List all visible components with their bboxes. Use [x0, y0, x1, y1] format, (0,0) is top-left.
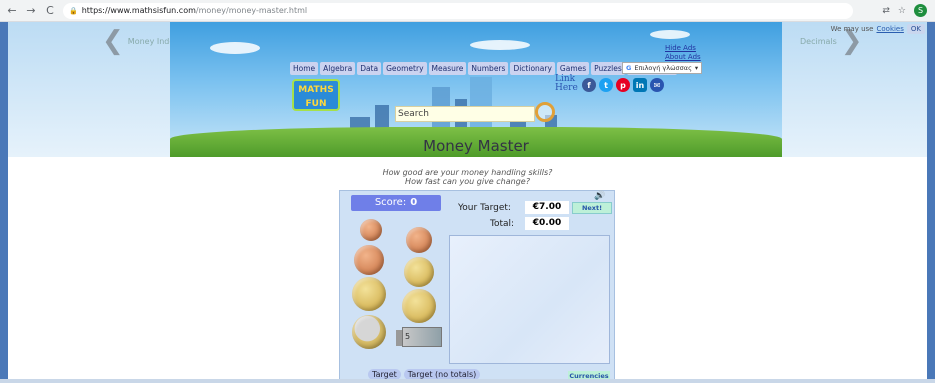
- coin-5-cent[interactable]: [354, 245, 384, 275]
- total-label: Total:: [490, 219, 515, 229]
- coin-1-euro[interactable]: [352, 315, 386, 349]
- menu-item[interactable]: Data: [357, 62, 382, 75]
- reload-icon[interactable]: C: [43, 4, 57, 18]
- page-title: Money Master: [423, 137, 529, 155]
- menu-item[interactable]: Geometry: [383, 62, 427, 75]
- coin-50-cent[interactable]: [402, 289, 436, 323]
- cookie-text: We may use: [830, 25, 874, 33]
- url-path: /money/money-master.html: [195, 6, 308, 15]
- facebook-icon[interactable]: f: [582, 78, 596, 92]
- translate-icon[interactable]: ⇄: [882, 6, 890, 16]
- link-here-line2: Here: [555, 83, 578, 93]
- left-edge: [0, 22, 8, 383]
- pinterest-icon[interactable]: p: [616, 78, 630, 92]
- menu-item[interactable]: Numbers: [468, 62, 509, 75]
- back-icon[interactable]: ←: [5, 4, 19, 18]
- menu-item[interactable]: Algebra: [320, 62, 356, 75]
- language-select[interactable]: G Επιλογή γλώσσας ▾: [622, 62, 703, 74]
- coin-1-cent[interactable]: [360, 219, 382, 241]
- linkedin-icon[interactable]: in: [633, 78, 647, 92]
- google-icon: G: [626, 64, 632, 72]
- coin-20-cent[interactable]: [352, 277, 386, 311]
- lock-icon: 🔒: [69, 6, 78, 15]
- coin-10-cent[interactable]: [404, 257, 434, 287]
- bottom-strip: [0, 379, 935, 383]
- score-label: Score:: [374, 197, 407, 208]
- cookies-link[interactable]: Cookies: [876, 25, 903, 33]
- logo-line1: MATHS: [298, 85, 334, 95]
- next-page-label: Decimals: [800, 36, 837, 46]
- about-ads-link[interactable]: About Ads: [665, 53, 701, 62]
- browser-toolbar: ← → C 🔒 https://www.mathsisfun.com /mone…: [0, 0, 935, 22]
- score-box: Score: 0: [351, 195, 441, 211]
- search-input[interactable]: Search: [395, 106, 535, 122]
- subtitle-line-1: How good are your money handling skills?: [382, 168, 553, 177]
- twitter-icon[interactable]: t: [599, 78, 613, 92]
- menu-item[interactable]: Puzzles: [591, 62, 625, 75]
- ads-links: Hide Ads About Ads: [665, 44, 701, 62]
- right-edge: [927, 22, 935, 383]
- cloud: [470, 40, 530, 50]
- cloud: [210, 42, 260, 54]
- cloud: [650, 30, 690, 39]
- search-icon[interactable]: [535, 102, 555, 122]
- menu-item[interactable]: Home: [290, 62, 319, 75]
- score-value: 0: [410, 197, 418, 208]
- hide-ads-link[interactable]: Hide Ads: [665, 44, 701, 53]
- target-value: €7.00: [525, 201, 569, 214]
- next-button[interactable]: Next!: [572, 202, 612, 214]
- coin-drop-area[interactable]: [449, 235, 610, 364]
- email-icon[interactable]: ✉: [650, 78, 664, 92]
- forward-icon[interactable]: →: [24, 4, 38, 18]
- profile-avatar[interactable]: S: [914, 4, 927, 17]
- chevron-down-icon: ▾: [694, 64, 699, 72]
- header-banner: Hide Ads About Ads Home Algebra Data Geomet…: [170, 22, 782, 157]
- speaker-icon[interactable]: 🔊: [594, 191, 605, 201]
- link-here[interactable]: Link Here: [555, 75, 578, 93]
- url-host: https://www.mathsisfun.com: [81, 6, 196, 15]
- main-menu: Home Algebra Data Geometry Measure Numbers Dic…: [290, 62, 677, 75]
- chevron-left-icon: ❮: [102, 26, 124, 56]
- target-label: Your Target:: [458, 203, 511, 213]
- money-master-game: Score: 0 🔊 Your Target: €7.00 Next! Total…: [339, 190, 615, 383]
- banknote-5-euro[interactable]: 5: [402, 327, 442, 347]
- page-content: ❮ Money Index Decimals ❯ We may use Cook…: [0, 22, 935, 383]
- site-logo[interactable]: MATHS FUN: [292, 79, 340, 111]
- menu-item[interactable]: Dictionary: [510, 62, 555, 75]
- cookie-notice: We may use Cookies OK: [831, 24, 925, 34]
- prev-page-link[interactable]: ❮ Money Index: [102, 28, 179, 54]
- subtitle-line-2: How fast can you give change?: [405, 177, 530, 186]
- menu-item[interactable]: Measure: [428, 62, 467, 75]
- total-value: €0.00: [525, 217, 569, 230]
- logo-line2: FUN: [305, 99, 327, 109]
- cookie-ok-button[interactable]: OK: [906, 24, 925, 34]
- star-icon[interactable]: ☆: [898, 6, 906, 16]
- language-select-label: Επιλογή γλώσσας: [634, 64, 692, 72]
- address-bar[interactable]: 🔒 https://www.mathsisfun.com /money/mone…: [63, 2, 853, 19]
- coin-2-cent[interactable]: [406, 227, 432, 253]
